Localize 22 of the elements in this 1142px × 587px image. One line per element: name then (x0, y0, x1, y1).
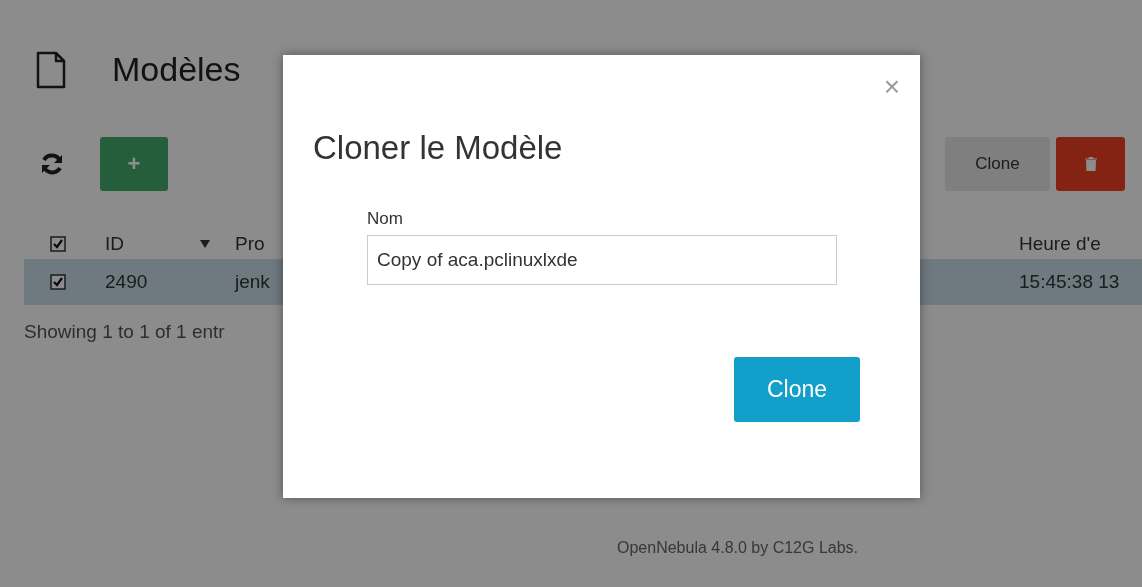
footer-text: OpenNebula 4.8.0 by C12G Labs. (617, 539, 859, 556)
document-icon (36, 50, 66, 89)
checkbox[interactable] (50, 236, 66, 252)
dialog-title: Cloner le Modèle (313, 129, 563, 167)
checkbox[interactable] (50, 274, 66, 290)
name-field[interactable]: Copy of aca.pclinuxlxde (367, 235, 837, 285)
refresh-icon[interactable] (40, 152, 64, 176)
close-button[interactable]: × (883, 73, 900, 101)
page-title: Modèles (112, 50, 241, 89)
field-label: Nom (367, 209, 403, 229)
table-cell-text: 15:45:38 13 (1019, 271, 1121, 293)
clone-button[interactable]: Clone (945, 137, 1050, 191)
column-header[interactable]: Heure d'e (1019, 233, 1142, 255)
trash-icon (1084, 157, 1097, 171)
add-button[interactable]: + (100, 137, 168, 191)
clone-button[interactable]: Clone (734, 357, 860, 422)
entries-info: Showing 1 to 1 of 1 entr (24, 321, 226, 343)
table-cell-text: jenk (235, 271, 271, 293)
table-cell-text: 2490 (105, 271, 149, 293)
sort-icon[interactable] (200, 240, 210, 248)
delete-button[interactable] (1056, 137, 1125, 191)
column-header[interactable]: ID (105, 233, 200, 255)
